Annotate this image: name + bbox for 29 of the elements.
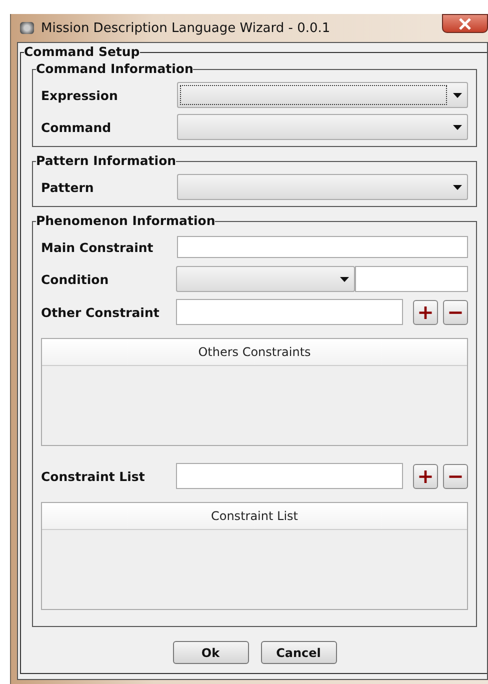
close-icon <box>458 18 472 30</box>
add-button[interactable]: + <box>413 464 438 488</box>
caret-icon <box>340 276 349 282</box>
caret-icon <box>453 92 462 98</box>
add-button[interactable]: + <box>413 300 438 324</box>
field-label: Pattern <box>41 180 95 194</box>
field-label: Other Constraint <box>41 304 160 320</box>
dropdown[interactable] <box>177 82 468 108</box>
field-label: Main Constraint <box>41 240 154 254</box>
window-title: Mission Description Language Wizard - 0.0.1 <box>41 20 330 36</box>
field-label: Condition <box>41 272 110 286</box>
app-icon <box>20 22 34 34</box>
column-header: Constraint List <box>42 503 467 530</box>
input-field[interactable] <box>355 266 468 292</box>
remove-button[interactable]: − <box>443 300 468 324</box>
dialog-button[interactable]: Ok <box>172 641 248 664</box>
caret-icon <box>453 184 462 190</box>
remove-button[interactable]: − <box>443 464 468 488</box>
input-field[interactable] <box>176 299 403 325</box>
close-button[interactable] <box>442 14 488 33</box>
group-title: Command Setup <box>24 44 140 60</box>
field-label: Constraint List <box>41 468 146 484</box>
dialog-button[interactable]: Cancel <box>260 641 336 664</box>
input-field[interactable] <box>177 236 468 258</box>
field-label: Command <box>41 120 112 134</box>
input-field[interactable] <box>176 463 403 489</box>
column-header: Others Constraints <box>42 339 467 366</box>
field-label: Expression <box>41 88 119 102</box>
caret-icon <box>453 124 462 130</box>
